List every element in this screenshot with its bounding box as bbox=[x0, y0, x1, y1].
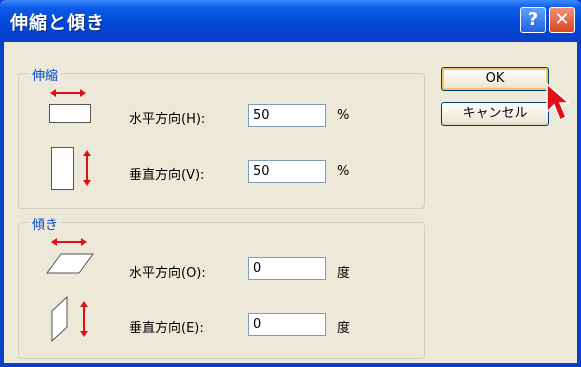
skew-horizontal-input[interactable]: 0 bbox=[248, 257, 326, 280]
scale-horizontal-unit: % bbox=[337, 108, 350, 123]
mouse-cursor-icon bbox=[546, 82, 569, 122]
scale-vertical-input[interactable]: 50 bbox=[248, 160, 326, 183]
scale-vertical-unit: % bbox=[337, 164, 350, 179]
close-button[interactable]: ✕ bbox=[549, 7, 575, 33]
skew-vertical-input[interactable]: 0 bbox=[248, 313, 326, 336]
skew-horizontal-icon bbox=[46, 238, 94, 274]
help-button[interactable]: ? bbox=[520, 7, 546, 33]
scale-group-legend: 伸縮 bbox=[29, 65, 62, 84]
scale-horizontal-input[interactable]: 50 bbox=[248, 104, 326, 127]
skew-vertical-icon bbox=[51, 295, 88, 343]
dialog-body: 伸縮 水平方向(H): 50 % 垂直方向(V): 50 % 傾き 水平方向(O… bbox=[4, 42, 577, 363]
scale-vertical-label: 垂直方向(V): bbox=[129, 168, 205, 183]
title-bar[interactable]: 伸縮と傾き ? ✕ bbox=[0, 0, 581, 42]
skew-vertical-label: 垂直方向(E): bbox=[129, 321, 204, 336]
cancel-button[interactable]: キャンセル bbox=[441, 102, 549, 126]
dialog-window: 伸縮と傾き ? ✕ 伸縮 水平方向(H): 50 % 垂直方向(V): 50 %… bbox=[0, 0, 581, 367]
skew-group: 傾き 水平方向(O): 0 度 垂直方向(E): 0 度 bbox=[18, 214, 425, 359]
window-title: 伸縮と傾き bbox=[10, 13, 105, 34]
scale-group: 伸縮 水平方向(H): 50 % 垂直方向(V): 50 % bbox=[18, 65, 425, 209]
scale-horizontal-label: 水平方向(H): bbox=[129, 112, 206, 127]
skew-group-legend: 傾き bbox=[29, 214, 62, 233]
skew-vertical-unit: 度 bbox=[337, 321, 351, 336]
scale-vertical-icon bbox=[51, 147, 91, 190]
ok-button[interactable]: OK bbox=[441, 67, 549, 91]
skew-horizontal-unit: 度 bbox=[337, 266, 351, 281]
scale-horizontal-icon bbox=[49, 89, 91, 123]
skew-horizontal-label: 水平方向(O): bbox=[129, 266, 206, 281]
